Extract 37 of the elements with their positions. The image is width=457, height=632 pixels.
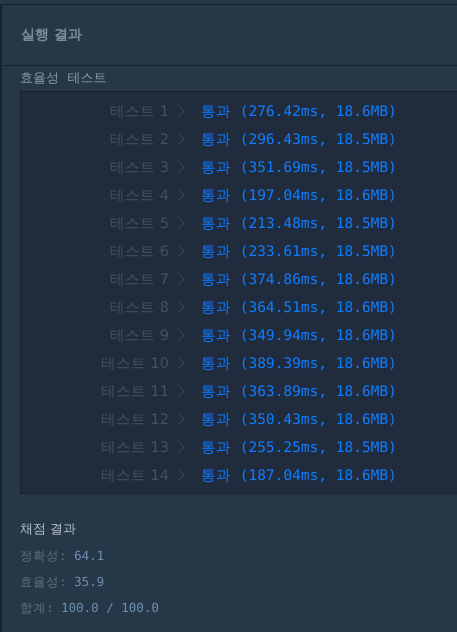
test-result: 통과 (349.94ms, 18.6MB)	[201, 326, 397, 344]
test-result: 통과 (213.48ms, 18.5MB)	[201, 214, 397, 232]
chevron-icon	[177, 384, 185, 398]
score-label: 효율성:	[20, 574, 67, 589]
panel-title: 실행 결과	[21, 26, 82, 44]
score-label: 합계:	[20, 600, 54, 615]
test-result: 통과 (363.89ms, 18.6MB)	[201, 382, 397, 400]
test-result: 통과 (233.61ms, 18.5MB)	[201, 242, 397, 260]
test-result: 통과 (364.51ms, 18.6MB)	[201, 298, 397, 316]
test-result: 통과 (255.25ms, 18.5MB)	[201, 438, 397, 456]
chevron-icon	[177, 300, 185, 314]
chevron-icon	[177, 104, 185, 118]
score-label: 정확성:	[20, 548, 67, 563]
chevron-icon	[177, 160, 185, 174]
test-result: 통과 (276.42ms, 18.6MB)	[201, 102, 397, 120]
chevron-icon	[177, 328, 185, 342]
section-label: 효율성 테스트	[20, 70, 108, 87]
chevron-icon	[177, 244, 185, 258]
test-result: 통과 (374.86ms, 18.6MB)	[201, 270, 397, 288]
chevron-icon	[177, 440, 185, 454]
test-result: 통과 (389.39ms, 18.6MB)	[201, 354, 397, 372]
chevron-icon	[177, 468, 185, 482]
test-result: 통과 (187.04ms, 18.6MB)	[201, 466, 397, 484]
chevron-icon	[177, 188, 185, 202]
test-result: 통과 (197.04ms, 18.6MB)	[201, 186, 397, 204]
score-title: 채점 결과	[20, 521, 78, 538]
score-value: 100.0 / 100.0	[61, 600, 159, 615]
test-result: 통과 (350.43ms, 18.6MB)	[201, 410, 397, 428]
score-value: 64.1	[74, 548, 104, 563]
chevron-icon	[177, 412, 185, 426]
chevron-icon	[177, 132, 185, 146]
chevron-icon	[177, 272, 185, 286]
test-result: 통과 (351.69ms, 18.5MB)	[201, 158, 397, 176]
score-value: 35.9	[74, 574, 104, 589]
chevron-icon	[177, 216, 185, 230]
test-result: 통과 (296.43ms, 18.5MB)	[201, 130, 397, 148]
chevron-icon	[177, 356, 185, 370]
